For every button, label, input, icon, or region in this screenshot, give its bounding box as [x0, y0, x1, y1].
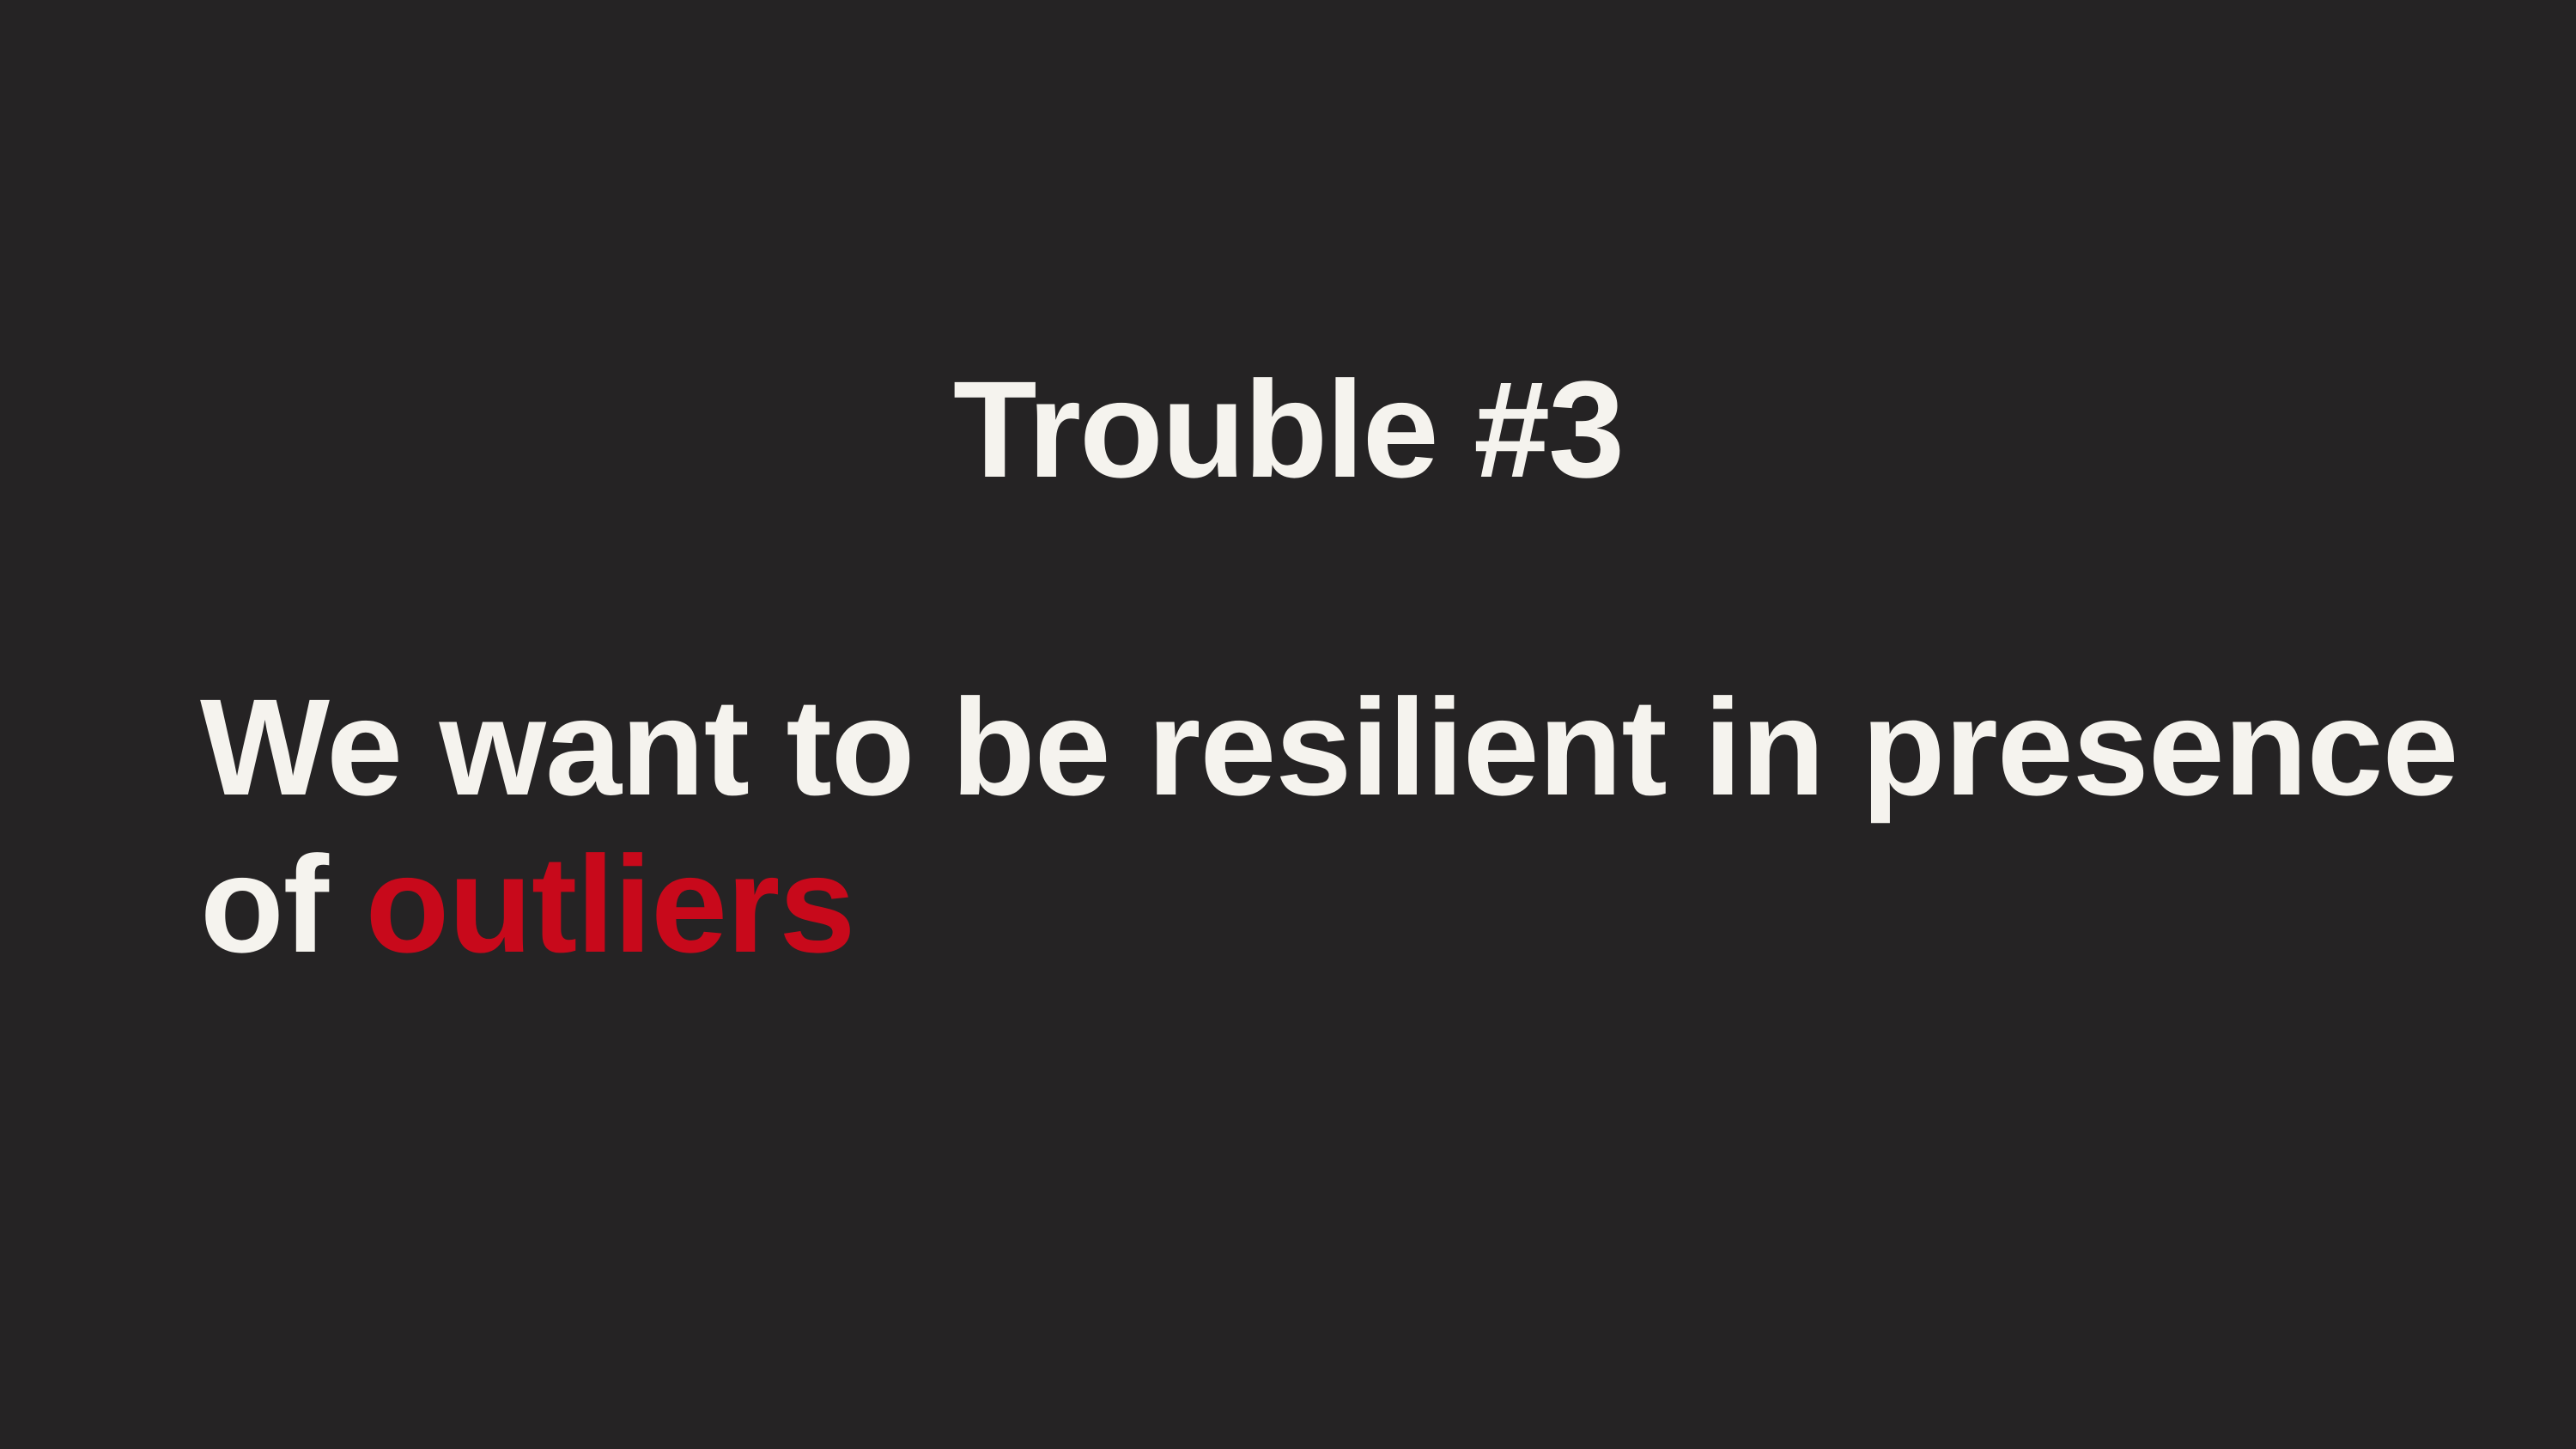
slide-title: Trouble #3 [952, 352, 1625, 506]
body-line-2-prefix: of [200, 827, 366, 981]
slide: Trouble #3 We want to be resilient in pr… [0, 0, 2576, 1449]
body-line-2: of outliers [200, 825, 2433, 983]
slide-body: We want to be resilient in presence of o… [200, 668, 2458, 983]
highlighted-word: outliers [365, 827, 855, 981]
body-line-1: We want to be resilient in presence [200, 670, 2458, 824]
